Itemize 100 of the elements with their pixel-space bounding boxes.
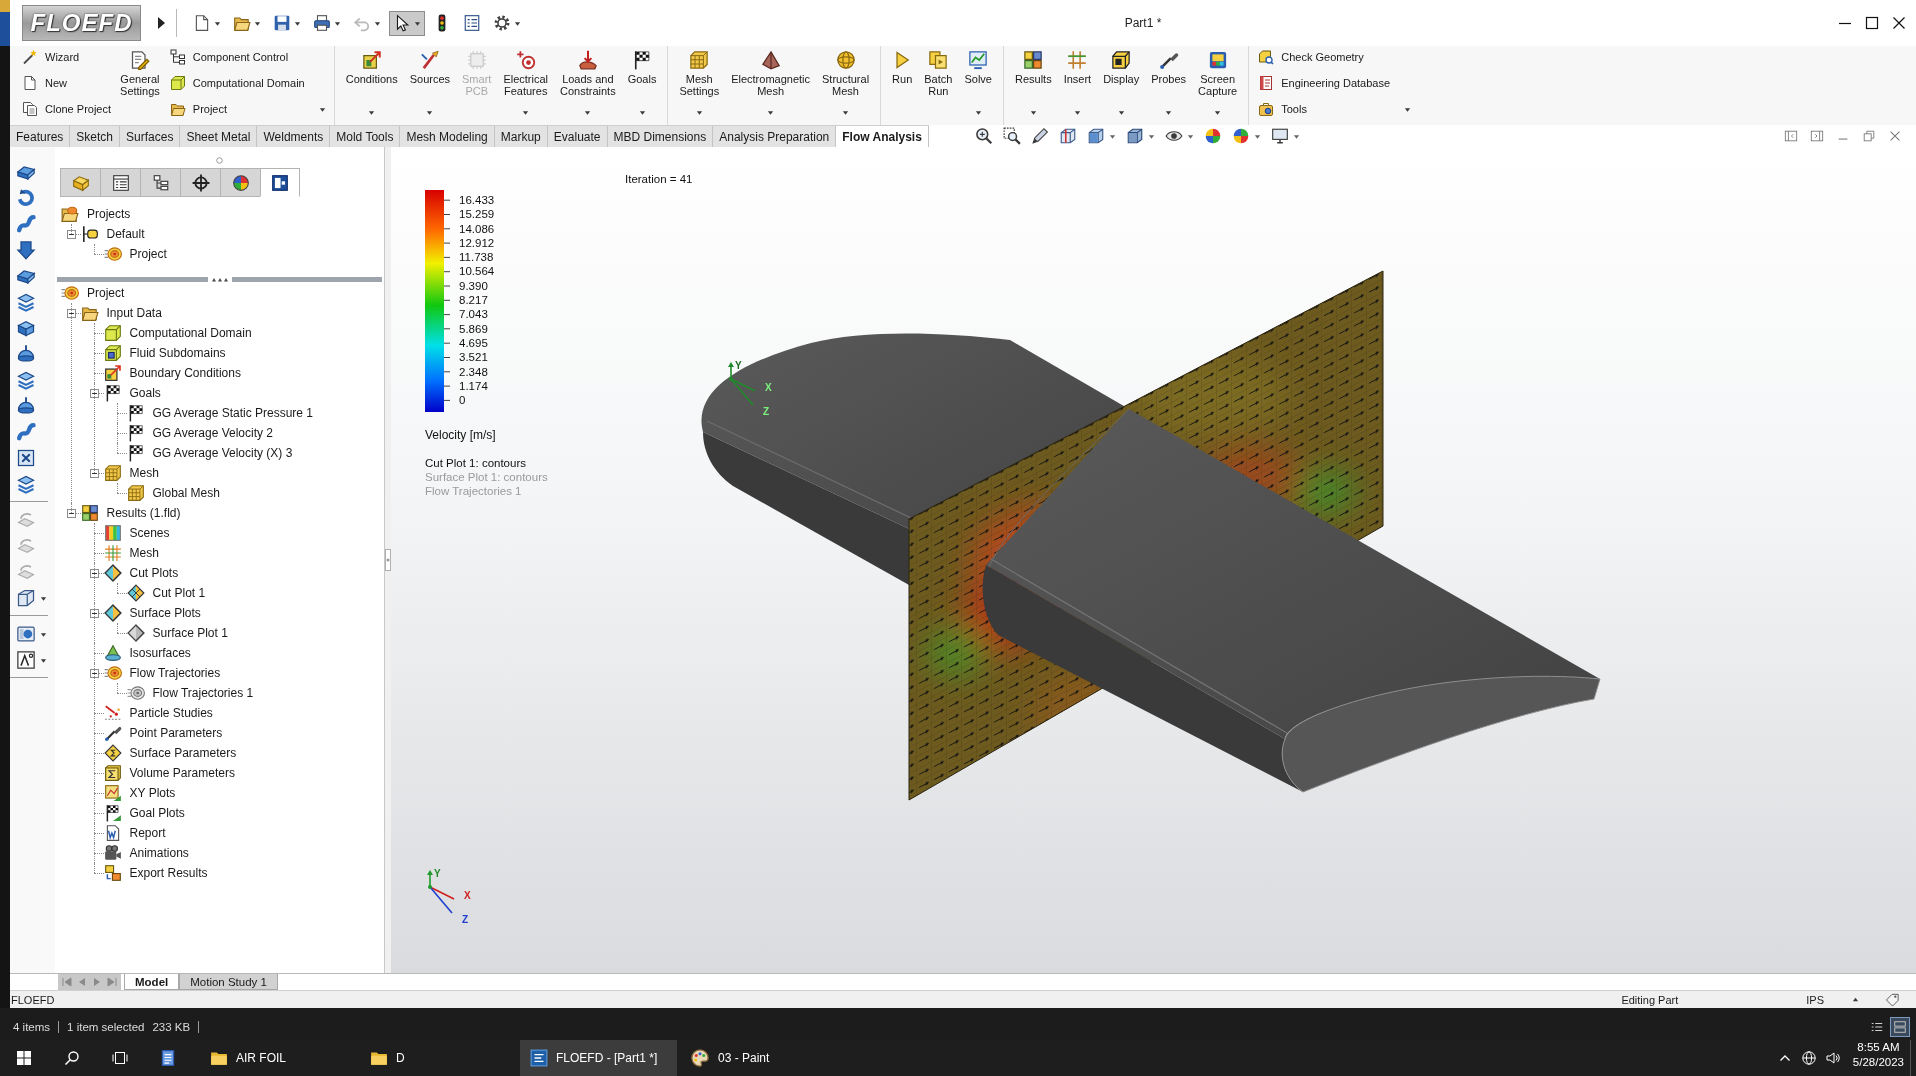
panel-icon[interactable] — [1784, 129, 1798, 143]
tree-item[interactable]: Results (1.fld) — [106, 506, 181, 520]
tree-item[interactable]: GG Average Velocity (X) 3 — [152, 446, 293, 460]
restore-icon[interactable] — [1862, 129, 1876, 143]
ribbon-button[interactable]: Computational Domain — [165, 72, 329, 94]
ribbon-button[interactable]: Run — [886, 46, 919, 125]
tree-item[interactable]: Flow Trajectories — [129, 666, 221, 680]
ribbon-button[interactable]: Clone Project — [18, 98, 115, 120]
tree-item[interactable]: Surface Parameters — [129, 746, 237, 760]
taskbar-button[interactable]: AIR FOIL — [200, 1040, 357, 1076]
tree-item[interactable]: Cut Plots — [129, 566, 179, 580]
model-tab[interactable]: Motion Study 1 — [179, 974, 278, 990]
tree-item[interactable]: Project — [87, 286, 125, 300]
tree-item[interactable]: Goal Plots — [129, 806, 185, 820]
maximize-icon[interactable] — [1864, 15, 1880, 31]
tag-icon[interactable] — [1885, 992, 1900, 1007]
collapse-icon[interactable] — [66, 308, 76, 318]
ribbon-button[interactable]: Electrical Features — [497, 46, 554, 125]
collapse-icon[interactable] — [89, 608, 99, 618]
collapse-icon[interactable] — [66, 508, 76, 518]
tree-item[interactable]: Input Data — [106, 306, 162, 320]
globe-icon[interactable] — [1800, 1050, 1817, 1066]
tree-item[interactable]: Scenes — [129, 526, 170, 540]
collapse-icon[interactable] — [89, 388, 99, 398]
tree-item[interactable]: Boundary Conditions — [129, 366, 241, 380]
ribbon-button[interactable]: Structural Mesh — [816, 46, 876, 125]
panel-tab[interactable] — [220, 168, 260, 197]
panel-tab[interactable] — [180, 168, 220, 197]
taskbar-button[interactable]: D — [360, 1040, 517, 1076]
units-label[interactable]: IPS — [1806, 993, 1824, 1006]
tree-item[interactable]: Flow Trajectories 1 — [152, 686, 254, 700]
tree-item[interactable]: Project — [129, 247, 167, 261]
collapse-icon[interactable] — [89, 568, 99, 578]
clock-date[interactable]: 5/28/2023 — [1852, 1055, 1904, 1070]
ribbon-button[interactable]: Results — [1008, 46, 1058, 125]
tree-item[interactable]: GG Average Static Pressure 1 — [152, 406, 314, 420]
ribbon-button[interactable]: Sources — [403, 46, 457, 125]
ribbon-button[interactable]: Mesh Settings — [673, 46, 726, 125]
grip-dot-icon[interactable] — [216, 157, 223, 164]
ribbon-button[interactable]: Wizard — [18, 46, 115, 68]
tree-item[interactable]: Point Parameters — [129, 726, 223, 740]
speaker-icon[interactable] — [1824, 1050, 1841, 1066]
toolbar-button[interactable] — [389, 10, 425, 36]
ribbon-button[interactable]: Check Geometry — [1254, 46, 1415, 68]
ribbon-button[interactable]: General Settings — [114, 46, 166, 125]
tree-item[interactable]: Goals — [129, 386, 161, 400]
close-icon[interactable] — [1891, 15, 1907, 31]
tree-item[interactable]: Report — [129, 826, 166, 840]
ribbon-tab[interactable]: Flow Analysis — [836, 126, 929, 147]
model-tab[interactable]: Model — [124, 974, 180, 990]
expand-arrow-icon[interactable] — [157, 16, 166, 30]
tree-item[interactable]: GG Average Velocity 2 — [152, 426, 273, 440]
task-view-icon[interactable] — [112, 1050, 128, 1066]
tree-item[interactable]: Surface Plots — [129, 606, 201, 620]
ribbon-button[interactable]: Loads and Constraints — [554, 46, 622, 125]
ribbon-button[interactable]: Electromagnetic Mesh — [725, 46, 816, 125]
taskbar-button[interactable]: 03 - Paint — [680, 1040, 837, 1076]
tree-item[interactable]: Cut Plot 1 — [152, 586, 206, 600]
tree-item[interactable]: Export Results — [129, 866, 208, 880]
toolbar-button[interactable] — [1000, 125, 1023, 147]
panel-icon[interactable] — [1810, 129, 1824, 143]
ribbon-button[interactable]: Batch Run — [918, 46, 959, 125]
ribbon-button[interactable]: Component Control — [165, 46, 329, 68]
tree-item[interactable]: Volume Parameters — [129, 766, 235, 780]
panel-tab[interactable] — [260, 168, 300, 197]
ribbon-button[interactable]: Engineering Database — [1254, 72, 1415, 94]
search-icon[interactable] — [64, 1050, 80, 1066]
tree-item[interactable]: Mesh — [129, 466, 159, 480]
tree-item[interactable]: Surface Plot 1 — [152, 626, 228, 640]
tree-item[interactable]: Fluid Subdomains — [129, 346, 226, 360]
tree-item[interactable]: Mesh — [129, 546, 159, 560]
clock-time[interactable]: 8:55 AM — [1857, 1040, 1900, 1055]
panel-tab[interactable] — [100, 168, 140, 197]
toolbar-button[interactable] — [15, 650, 48, 670]
collapse-icon[interactable] — [66, 229, 76, 239]
tree-item[interactable]: Animations — [129, 846, 189, 860]
ribbon-button[interactable]: Tools — [1254, 98, 1415, 120]
ribbon-button[interactable]: Goals — [621, 46, 663, 125]
collapse-icon[interactable] — [89, 668, 99, 678]
start-icon[interactable] — [16, 1050, 32, 1066]
tree-item[interactable]: Particle Studies — [129, 706, 213, 720]
ribbon-button[interactable]: Insert — [1057, 46, 1098, 125]
ribbon-button[interactable]: New — [18, 72, 115, 94]
collapse-handle-icon[interactable] — [385, 549, 391, 571]
toolbar-button[interactable] — [15, 588, 48, 608]
panel-tab[interactable] — [140, 168, 180, 197]
collapse-icon[interactable] — [89, 468, 99, 478]
tree-item[interactable]: Projects — [87, 207, 131, 221]
taskbar-button[interactable]: FLOEFD - [Part1 *] — [520, 1040, 677, 1076]
ribbon-button[interactable]: Screen Capture — [1192, 46, 1244, 125]
tree-item[interactable]: Default — [106, 227, 145, 241]
tree-item[interactable]: Global Mesh — [152, 486, 220, 500]
ribbon-button[interactable]: Display — [1097, 46, 1146, 125]
notepad-icon[interactable] — [159, 1049, 177, 1067]
ribbon-button[interactable]: Conditions — [339, 46, 404, 125]
ribbon-button[interactable]: Solve — [958, 46, 998, 125]
tree-item[interactable]: XY Plots — [129, 786, 176, 800]
tree-item[interactable]: Isosurfaces — [129, 646, 191, 660]
ribbon-button[interactable]: Probes — [1145, 46, 1193, 125]
tree-item[interactable]: Computational Domain — [129, 326, 252, 340]
